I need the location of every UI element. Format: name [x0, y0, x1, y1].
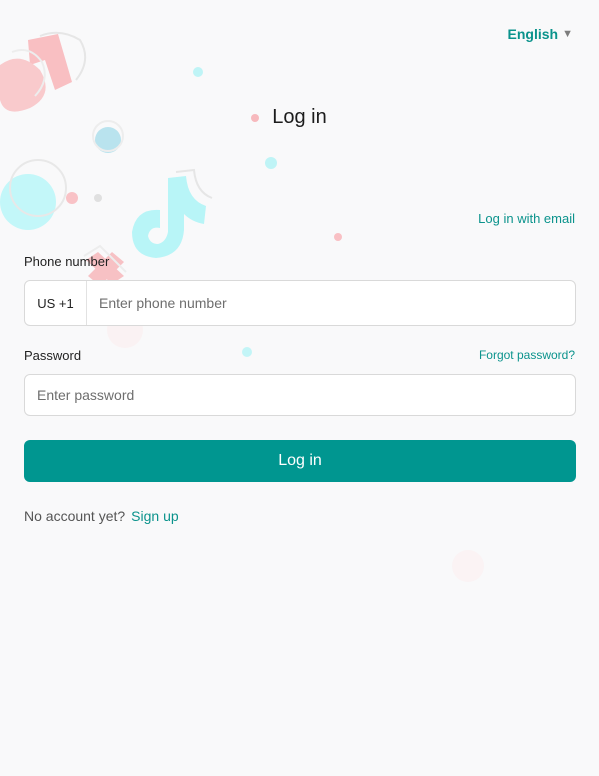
password-label: Password	[24, 348, 82, 363]
forgot-password-link[interactable]: Forgot password?	[479, 348, 575, 362]
bubble-icon	[94, 194, 102, 202]
login-button[interactable]: Log in	[24, 440, 576, 482]
signup-row: No account yet? Sign up	[24, 508, 179, 524]
bubble-icon	[452, 550, 484, 582]
bubble-icon	[66, 192, 78, 204]
tiktok-logo-icon	[0, 31, 87, 112]
page-title: Log in	[272, 106, 327, 128]
password-field	[24, 374, 576, 416]
country-code-selector[interactable]: US +1	[25, 281, 87, 325]
sign-up-link[interactable]: Sign up	[131, 508, 178, 524]
bubble-icon	[334, 233, 342, 241]
password-input[interactable]	[25, 376, 575, 414]
phone-field: US +1	[24, 280, 576, 326]
bubble-icon	[265, 157, 277, 169]
bubble-icon	[193, 67, 203, 77]
bubble-icon	[9, 159, 67, 217]
phone-number-input[interactable]	[87, 282, 575, 324]
language-label: English	[507, 26, 559, 42]
login-with-email-link[interactable]: Log in with email	[478, 211, 575, 226]
no-account-text: No account yet?	[24, 508, 126, 524]
phone-number-label: Phone number	[24, 254, 110, 269]
tiktok-logo-icon	[132, 168, 213, 258]
bubble-icon	[95, 127, 121, 153]
bubble-icon	[242, 347, 252, 357]
language-selector[interactable]: English ▼	[508, 26, 573, 42]
bubble-icon	[0, 174, 56, 230]
chevron-down-icon: ▼	[562, 28, 573, 40]
